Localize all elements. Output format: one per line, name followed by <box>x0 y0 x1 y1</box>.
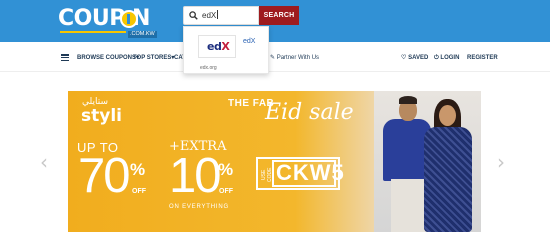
search-value: edX <box>202 11 217 20</box>
model-woman-dress <box>424 127 472 232</box>
nav-top-stores[interactable]: TOP STORES▾ <box>133 54 174 62</box>
promo-code-label: USE CODE <box>261 167 273 182</box>
extra-note: ON EVERYTHING <box>169 204 229 210</box>
nav-saved[interactable]: ♡ SAVED <box>401 54 428 62</box>
suggestion-name[interactable]: edX <box>243 38 255 45</box>
search-button[interactable]: SEARCH <box>259 6 299 25</box>
search-input[interactable]: edX <box>183 6 259 25</box>
carousel-next-icon[interactable]: › <box>497 150 505 174</box>
menu-icon[interactable] <box>61 54 69 62</box>
extra-percent: % <box>218 160 234 179</box>
banner-brand: styli <box>81 106 122 126</box>
power-icon: ⏻ <box>434 55 439 61</box>
discount-value: 70 <box>78 149 130 203</box>
suggestion-url: edx.org <box>200 65 217 71</box>
extra-value: 10 <box>169 149 221 203</box>
suggestion-logo[interactable]: edX <box>198 35 236 58</box>
promo-code[interactable]: CKW5 <box>276 161 345 185</box>
discount-percent: % <box>130 160 146 179</box>
logo-underline <box>60 31 126 33</box>
promo-banner[interactable]: ستايلي styli THE FAB Eid sale UP TO 70 %… <box>68 91 481 232</box>
discount-off: OFF <box>132 188 146 195</box>
edx-logo: edX <box>207 40 230 53</box>
carousel-prev-icon[interactable]: ‹ <box>40 150 48 174</box>
search-icon <box>189 11 198 20</box>
heart-icon: ♡ <box>401 55 407 61</box>
nav-browse-coupons[interactable]: BROWSE COUPONS▾ <box>77 54 139 62</box>
main-nav: BROWSE COUPONS▾ TOP STORES▾ CAT ✎ Partne… <box>0 42 550 72</box>
nav-partner[interactable]: ✎ Partner With Us <box>270 54 319 62</box>
banner-script-title: Eid sale <box>265 100 354 125</box>
search-suggestions: edX edX edx.org <box>183 26 269 74</box>
site-logo[interactable]: COUP N .COM.KW <box>58 7 157 39</box>
header-bar: COUP N .COM.KW edX SEARCH <box>0 0 550 42</box>
edit-icon: ✎ <box>270 55 276 61</box>
nav-login[interactable]: ⏻ LOGIN <box>434 54 459 62</box>
model-man-pants <box>391 179 425 232</box>
logo-domain: .COM.KW <box>128 31 157 38</box>
coin-icon <box>120 10 138 28</box>
model-woman-head <box>439 105 456 126</box>
nav-register[interactable]: REGISTER <box>467 54 498 62</box>
model-man-hair <box>399 96 417 104</box>
extra-off: OFF <box>219 188 233 195</box>
